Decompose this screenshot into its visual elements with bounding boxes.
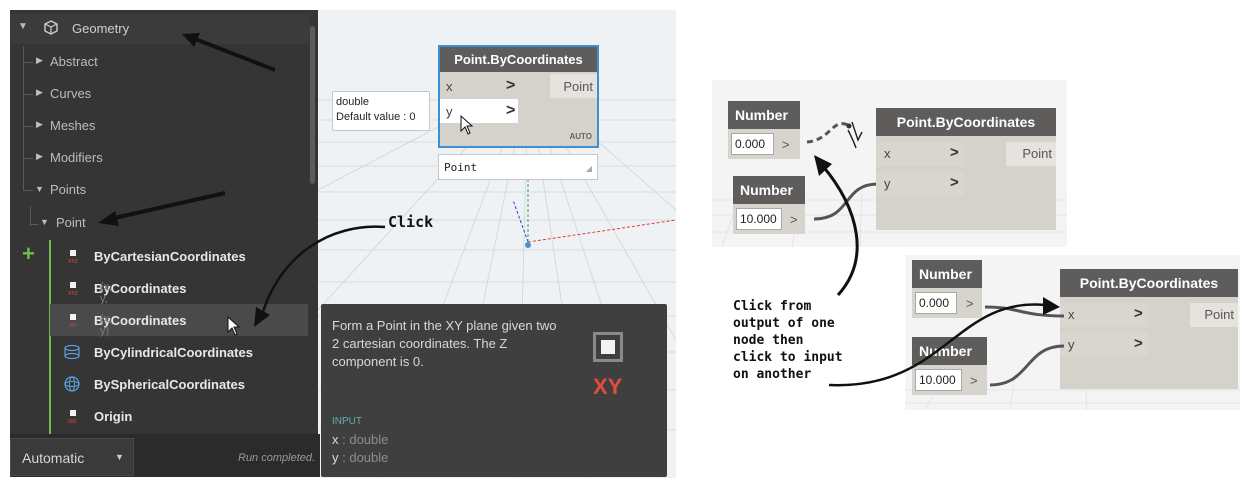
library-header-label: Geometry: [72, 21, 130, 36]
tooltip-input-header: INPUT: [332, 416, 362, 427]
tooltip-input-x: x : double: [332, 432, 389, 447]
collapsed-arrow-icon: ▶: [36, 119, 43, 129]
tooltip-input-y: y : double: [332, 450, 389, 465]
collapsed-arrow-icon: ▶: [36, 87, 43, 97]
output-port-point[interactable]: Point: [1190, 303, 1238, 327]
category-meshes[interactable]: ▶ Meshes: [10, 112, 310, 142]
node-icon-xy: [593, 332, 623, 362]
number-node-top-1[interactable]: Number 0.000 >: [728, 101, 800, 159]
origin-icon: 000: [66, 408, 82, 425]
pointer-cursor-icon: [846, 121, 863, 149]
point-node-icon: XYZ: [66, 248, 82, 265]
library-item-bycylindricalcoordinates[interactable]: ByCylindricalCoordinates: [10, 336, 310, 368]
expanded-arrow-icon: ▼: [35, 184, 44, 194]
point-node-icon: XYZ: [66, 280, 82, 297]
port-chevron-icon: >: [950, 174, 959, 191]
port-chevron-icon: >: [506, 77, 516, 94]
node-tooltip-card: Form a Point in the XY plane given two 2…: [321, 304, 667, 477]
node-icon-xy-label: XY: [593, 374, 623, 399]
item-args: (x, y): [100, 313, 113, 337]
svg-text:XYZ: XYZ: [68, 259, 78, 264]
svg-text:XYZ: XYZ: [68, 291, 78, 296]
expanded-arrow-icon: ▼: [40, 217, 49, 227]
tooltip-description: Form a Point in the XY plane given two 2…: [332, 318, 557, 369]
lacing-label: AUTO: [569, 132, 592, 141]
annotation-arrow-geometry: [182, 33, 276, 72]
point-bycoordinates-node-top[interactable]: Point.ByCoordinates x > y > Point: [876, 108, 1056, 230]
mouse-cursor-icon: [460, 114, 474, 140]
cylinder-icon: [63, 344, 80, 360]
resize-handle-icon[interactable]: ◢: [586, 164, 592, 173]
canvas-point-bycoordinates-node[interactable]: Point.ByCoordinates x > y > Point AUTO: [438, 45, 599, 148]
library-item-bysphericalcoordinates[interactable]: BySphericalCoordinates: [10, 368, 310, 400]
port-chevron-icon: >: [950, 144, 959, 161]
port-chevron-icon: >: [506, 102, 516, 119]
annotation-click: Click: [388, 213, 434, 231]
run-mode-dropdown[interactable]: Automatic ▼: [10, 438, 134, 476]
point-bycoordinates-node-bottom[interactable]: Point.ByCoordinates x > y > Point: [1060, 269, 1238, 389]
cube-icon: [44, 20, 58, 38]
category-modifiers[interactable]: ▶ Modifiers: [10, 144, 310, 174]
number-input[interactable]: 0.000: [731, 133, 774, 155]
input-port-y[interactable]: y >: [440, 99, 518, 123]
collapsed-arrow-icon: ▶: [36, 151, 43, 161]
output-port-point[interactable]: Point: [550, 74, 597, 98]
input-port-x[interactable]: x >: [876, 142, 964, 166]
node-title: Point.ByCoordinates: [440, 47, 597, 72]
annotation-arrow-up: [814, 155, 859, 297]
port-chevron-icon: >: [1134, 305, 1143, 322]
expand-arrow-icon: ▼: [18, 21, 28, 32]
preview-bubble[interactable]: Point ◢: [438, 154, 598, 180]
annotation-arrow-right: [828, 297, 1060, 387]
library-item-origin[interactable]: 000 Origin: [10, 400, 310, 432]
input-port-y[interactable]: y >: [1060, 333, 1148, 357]
run-status: Run completed.: [238, 452, 316, 464]
output-port[interactable]: >: [782, 137, 790, 152]
port-tooltip: double Default value : 0: [332, 91, 430, 131]
port-chevron-icon: >: [1134, 335, 1143, 352]
number-node-top-2[interactable]: Number 10.000 >: [733, 176, 805, 234]
number-input[interactable]: 10.000: [736, 208, 782, 230]
input-port-x[interactable]: x >: [1060, 303, 1148, 327]
point-node-icon: XY: [66, 312, 82, 329]
annotation-arrow-point: [98, 191, 226, 226]
output-port-point[interactable]: Point: [1006, 142, 1056, 166]
library-scrollbar[interactable]: [310, 26, 315, 184]
collapsed-arrow-icon: ▶: [36, 55, 43, 65]
svg-text:000: 000: [68, 419, 77, 424]
output-port[interactable]: >: [790, 212, 798, 227]
sphere-icon: [63, 375, 80, 392]
svg-text:XY: XY: [70, 323, 77, 328]
chevron-down-icon: ▼: [115, 452, 124, 462]
input-port-x[interactable]: x >: [440, 74, 518, 98]
input-port-y[interactable]: y >: [876, 172, 964, 196]
